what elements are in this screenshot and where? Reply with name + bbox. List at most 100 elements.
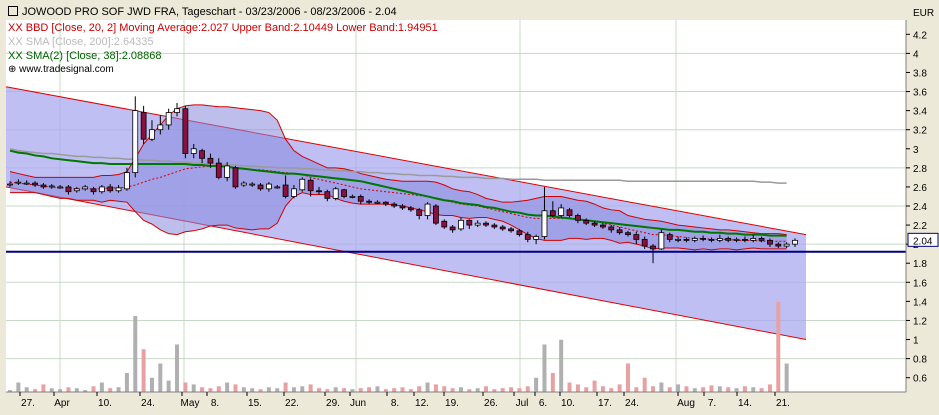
volume-bar bbox=[49, 388, 54, 392]
candle-body bbox=[199, 150, 205, 159]
volume-bar bbox=[676, 384, 681, 392]
candle-body bbox=[215, 162, 222, 178]
chart-title: JOWOOD PRO SOF JWD FRA, Tageschart - 03/… bbox=[8, 6, 397, 18]
volume-bar bbox=[575, 384, 580, 392]
candle-body bbox=[574, 215, 581, 221]
volume-bar bbox=[275, 388, 280, 392]
y-tick-label: 0.8 bbox=[913, 355, 927, 366]
volume-bar bbox=[684, 386, 689, 392]
volume-bar bbox=[425, 382, 430, 392]
volume-bar bbox=[709, 385, 714, 392]
candle-body bbox=[182, 108, 189, 154]
y-axis: 4.243.83.63.43.232.82.62.42.221.81.61.41… bbox=[905, 0, 939, 410]
candle-body bbox=[265, 183, 272, 190]
candle-body bbox=[625, 232, 631, 236]
candle-body bbox=[758, 238, 765, 241]
volume-bar bbox=[316, 388, 321, 392]
y-tick-label: 2.2 bbox=[913, 221, 927, 232]
volume-bar bbox=[108, 388, 113, 392]
candle-body bbox=[416, 209, 423, 216]
candle-body bbox=[7, 183, 13, 186]
candle-body bbox=[124, 172, 130, 190]
x-tick-label: 29. bbox=[326, 398, 340, 409]
volume-bar bbox=[500, 388, 505, 392]
candle-body bbox=[149, 129, 155, 140]
candle-body bbox=[307, 179, 314, 192]
candle-body bbox=[767, 239, 773, 245]
x-tick-label: 26. bbox=[484, 398, 498, 409]
candle-body bbox=[349, 196, 356, 198]
volume-bar bbox=[191, 384, 196, 392]
candle-body bbox=[616, 229, 623, 234]
candle-body bbox=[407, 207, 414, 211]
volume-bar bbox=[66, 387, 71, 392]
volume-bar bbox=[433, 384, 438, 392]
volume-bar bbox=[542, 344, 547, 392]
volume-bar bbox=[717, 386, 722, 392]
candle-body bbox=[32, 182, 38, 186]
x-tick-label: 14. bbox=[738, 398, 752, 409]
volume-bar bbox=[375, 386, 380, 392]
candle-body bbox=[449, 226, 456, 231]
volume-bar bbox=[208, 388, 213, 392]
candle-body bbox=[508, 228, 514, 232]
candle-body bbox=[391, 203, 398, 207]
candle-body bbox=[558, 207, 565, 216]
candle-body bbox=[499, 226, 506, 230]
y-tick-label: 1.2 bbox=[913, 316, 927, 327]
candle-body bbox=[207, 157, 214, 164]
candle-body bbox=[65, 186, 72, 193]
candle-body bbox=[516, 230, 523, 236]
last-price-label: 2.04 bbox=[913, 236, 933, 247]
y-tick-label: 3 bbox=[913, 145, 919, 156]
volume-bar bbox=[759, 388, 764, 392]
candle-body bbox=[691, 238, 698, 241]
volume-bar bbox=[726, 387, 731, 392]
candle-body bbox=[733, 238, 740, 241]
y-tick-label: 3.8 bbox=[913, 68, 927, 79]
x-tick-label: 17. bbox=[598, 398, 612, 409]
x-tick-label: 27. bbox=[21, 398, 35, 409]
volume-bar bbox=[417, 386, 422, 392]
candle-body bbox=[98, 186, 105, 193]
y-tick-label: 2.8 bbox=[913, 164, 927, 175]
candle-body bbox=[541, 210, 548, 237]
candle-body bbox=[140, 112, 147, 140]
candle-body bbox=[57, 186, 64, 189]
volume-bar bbox=[124, 373, 129, 392]
volume-bar bbox=[158, 363, 163, 392]
candle-body bbox=[174, 108, 180, 113]
volume-bar bbox=[233, 384, 238, 392]
volume-bar bbox=[91, 386, 96, 392]
volume-bar bbox=[517, 388, 522, 392]
candle-body bbox=[291, 188, 297, 197]
candle-body bbox=[190, 148, 197, 154]
volume-bar bbox=[567, 382, 572, 392]
candle-body bbox=[641, 238, 648, 247]
volume-bar bbox=[534, 377, 539, 392]
volume-bar bbox=[692, 388, 697, 392]
volume-bar bbox=[625, 363, 630, 392]
volume-bar bbox=[250, 388, 255, 392]
volume-bar bbox=[358, 388, 363, 392]
legend-sma200: XX SMA [Close, 200]:2.64335 bbox=[8, 36, 154, 48]
legend-bbd: XX BBD [Close, 20, 2] Moving Average:2.0… bbox=[8, 22, 438, 34]
candle-body bbox=[716, 238, 723, 241]
candle-body bbox=[741, 238, 748, 241]
x-tick-label: 8. bbox=[211, 398, 219, 409]
candle-body bbox=[708, 238, 715, 241]
candle-body bbox=[332, 188, 339, 199]
x-tick-label: 8. bbox=[391, 398, 399, 409]
y-tick-label: 4 bbox=[913, 49, 919, 60]
candle-body bbox=[382, 201, 389, 205]
chart-window-icon bbox=[8, 6, 18, 16]
candle-body bbox=[725, 238, 732, 241]
candle-body bbox=[165, 112, 172, 126]
x-tick-label: 21. bbox=[776, 398, 790, 409]
candle-body bbox=[424, 203, 431, 216]
volume-bar bbox=[509, 387, 514, 392]
candle-body bbox=[683, 238, 690, 241]
volume-bar bbox=[216, 386, 221, 392]
candle-body bbox=[274, 186, 281, 189]
candle-body bbox=[132, 110, 139, 174]
